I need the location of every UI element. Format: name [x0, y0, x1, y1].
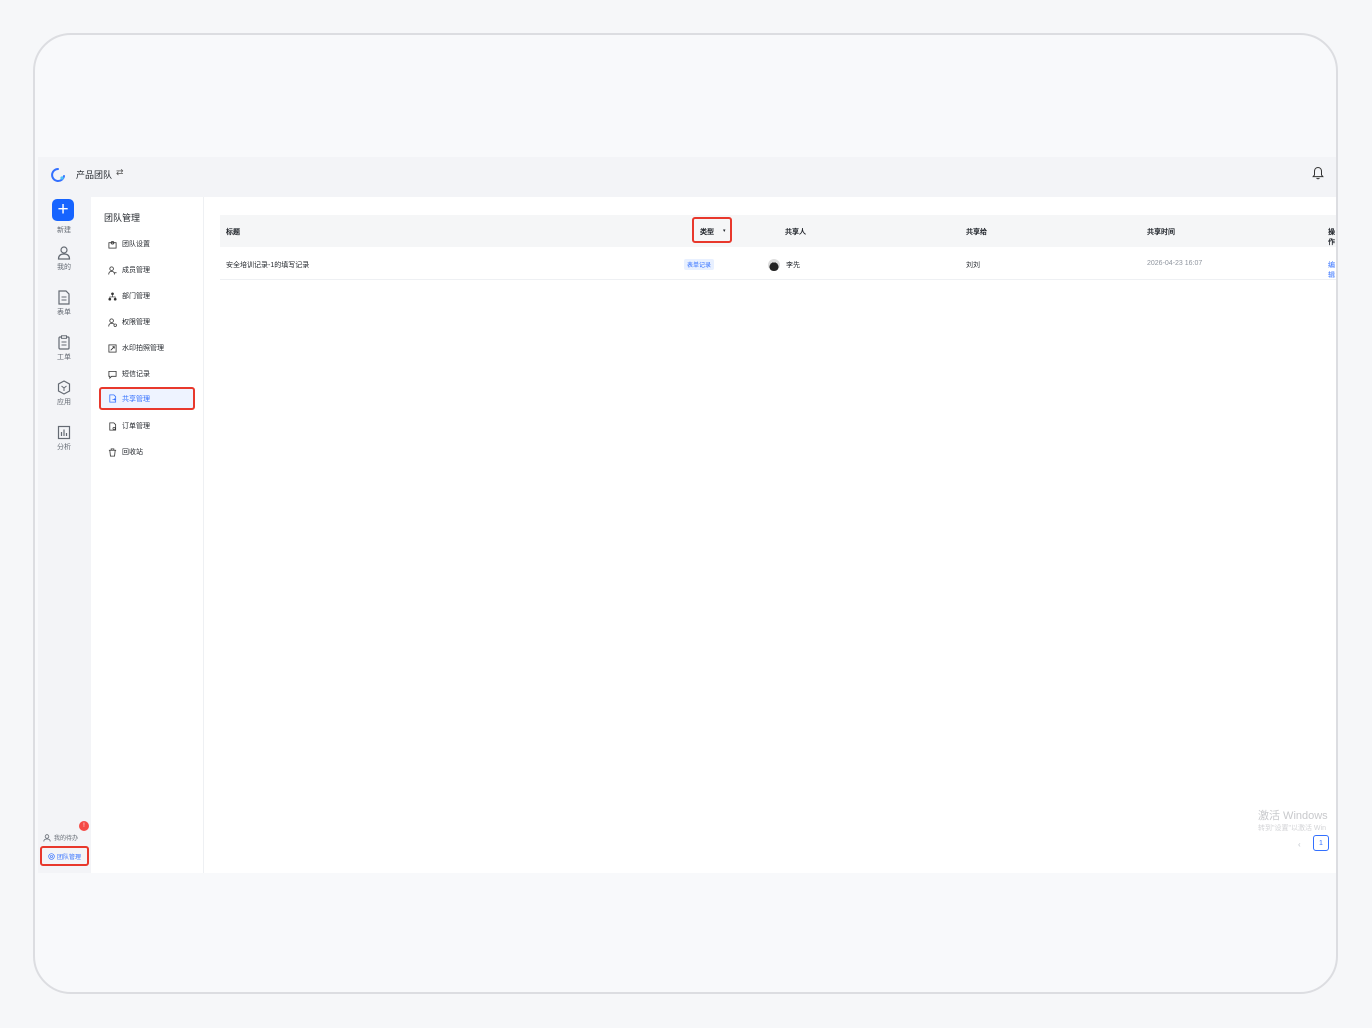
avatar	[768, 259, 780, 271]
sidebar-item-departments[interactable]: 部门管理	[99, 285, 195, 307]
chart-icon	[57, 425, 71, 440]
rail-item-label: 我的	[57, 264, 71, 271]
team-name[interactable]: 产品团队	[76, 168, 112, 181]
cell-title: 安全培训记录-1的填写记录	[226, 262, 310, 269]
rail-item-label: 分析	[57, 444, 71, 451]
sidebar-item-label: 权限管理	[122, 319, 150, 326]
settings-icon	[48, 852, 55, 860]
rail-item-label: 表单	[57, 309, 71, 316]
watermark-icon	[108, 343, 117, 353]
user-icon	[57, 246, 71, 260]
column-header-sharer: 共享人	[785, 229, 806, 236]
rail-item-label: 工单	[57, 354, 71, 361]
windows-activation-title: 激活 Windows	[1258, 810, 1328, 822]
rail-item-tickets[interactable]: 工单	[38, 335, 90, 362]
column-header-actions: 操作	[1328, 229, 1335, 246]
cell-sharer: 李先	[786, 262, 800, 269]
message-icon	[108, 370, 117, 379]
avatar-edge[interactable]	[1336, 171, 1338, 175]
share-table-panel: 标题 类型 ▾ 共享人 共享给 共享时间 操作 安全培训记录-1的填写记录 表单…	[204, 197, 1336, 873]
table-row[interactable]: 安全培训记录-1的填写记录 表单记录 李先 刘刘 2026-04-23 16:0…	[220, 249, 1336, 280]
app-hex-icon	[57, 380, 71, 395]
new-button[interactable]: +	[52, 199, 74, 221]
sidebar-item-label: 团队设置	[122, 241, 150, 248]
pagination-page-1[interactable]: 1	[1313, 835, 1329, 851]
edit-link[interactable]: 编辑	[1328, 260, 1336, 280]
rail-item-analytics[interactable]: 分析	[38, 425, 90, 452]
my-todo-link[interactable]: 我的待办	[43, 833, 78, 842]
share-icon	[109, 394, 117, 403]
sidebar-title: 团队管理	[104, 213, 141, 223]
windows-activation-hint: 转到"设置"以激活 Win	[1258, 825, 1326, 832]
bell-icon[interactable]	[1312, 166, 1324, 180]
sidebar-item-members[interactable]: 成员管理	[99, 259, 195, 281]
sidebar-item-label: 短信记录	[122, 371, 150, 378]
sidebar-item-team-settings[interactable]: 团队设置	[99, 233, 195, 255]
todo-user-icon	[43, 833, 51, 842]
clipboard-icon	[58, 335, 70, 350]
sidebar-item-share-management[interactable]: 共享管理	[99, 387, 195, 410]
cell-time: 2026-04-23 16:07	[1147, 260, 1203, 267]
left-rail: + 新建 我的 表单 工单 应用 分析	[38, 197, 90, 873]
top-bar: 产品团队 ⇄	[38, 157, 1338, 197]
team-admin-label: 团队管理	[56, 854, 81, 861]
column-header-shared-to: 共享给	[966, 229, 987, 236]
document-icon	[58, 290, 70, 305]
type-tag: 表单记录	[684, 259, 715, 270]
device-frame: 产品团队 ⇄ + 新建 我的 表单 工单 应用 分析 ! 我的待办 团队管理 团…	[33, 33, 1338, 994]
rail-item-apps[interactable]: 应用	[38, 380, 90, 407]
table-header: 标题 类型 ▾ 共享人 共享给 共享时间 操作	[220, 215, 1336, 247]
app-window: 产品团队 ⇄ + 新建 我的 表单 工单 应用 分析 ! 我的待办 团队管理 团…	[38, 157, 1338, 873]
sidebar-item-label: 共享管理	[122, 395, 150, 403]
sidebar-item-label: 订单管理	[122, 423, 150, 430]
rail-new[interactable]: 新建	[38, 223, 90, 235]
order-icon	[109, 421, 117, 431]
switch-team-icon[interactable]: ⇄	[116, 167, 124, 178]
type-filter-caret-icon[interactable]: ▾	[723, 228, 726, 234]
sidebar-item-label: 成员管理	[122, 267, 150, 274]
org-icon	[108, 291, 117, 301]
app-logo-icon[interactable]	[50, 167, 66, 183]
permission-icon	[108, 317, 117, 327]
sidebar-item-recycle-bin[interactable]: 回收站	[99, 441, 195, 463]
rail-item-mine[interactable]: 我的	[38, 245, 90, 272]
column-header-title: 标题	[226, 229, 240, 236]
sidebar-item-label: 回收站	[122, 449, 143, 456]
sidebar-item-orders[interactable]: 订单管理	[99, 415, 195, 437]
sidebar-item-watermark[interactable]: 水印拍照管理	[99, 337, 195, 359]
column-header-time: 共享时间	[1147, 229, 1175, 236]
cell-shared-to: 刘刘	[966, 262, 980, 269]
trash-icon	[108, 447, 117, 457]
team-settings-icon	[108, 240, 117, 249]
team-admin-link[interactable]: 团队管理	[40, 846, 89, 866]
members-icon	[108, 265, 117, 275]
sidebar-item-label: 水印拍照管理	[122, 345, 164, 352]
team-admin-sidebar: 团队管理 团队设置 成员管理 部门管理 权限管理 水印拍照管理 短信记录 共享管…	[91, 197, 204, 873]
sidebar-item-label: 部门管理	[122, 293, 150, 300]
rail-item-label: 应用	[57, 399, 71, 406]
sidebar-item-sms-records[interactable]: 短信记录	[99, 363, 195, 385]
rail-item-forms[interactable]: 表单	[38, 290, 90, 317]
rail-new-label: 新建	[57, 227, 71, 234]
pagination-prev[interactable]: ‹	[1298, 840, 1301, 849]
column-header-type[interactable]: 类型	[700, 227, 714, 237]
my-todo-label: 我的待办	[54, 836, 79, 842]
todo-badge: !	[79, 821, 89, 831]
sidebar-item-permissions[interactable]: 权限管理	[99, 311, 195, 333]
